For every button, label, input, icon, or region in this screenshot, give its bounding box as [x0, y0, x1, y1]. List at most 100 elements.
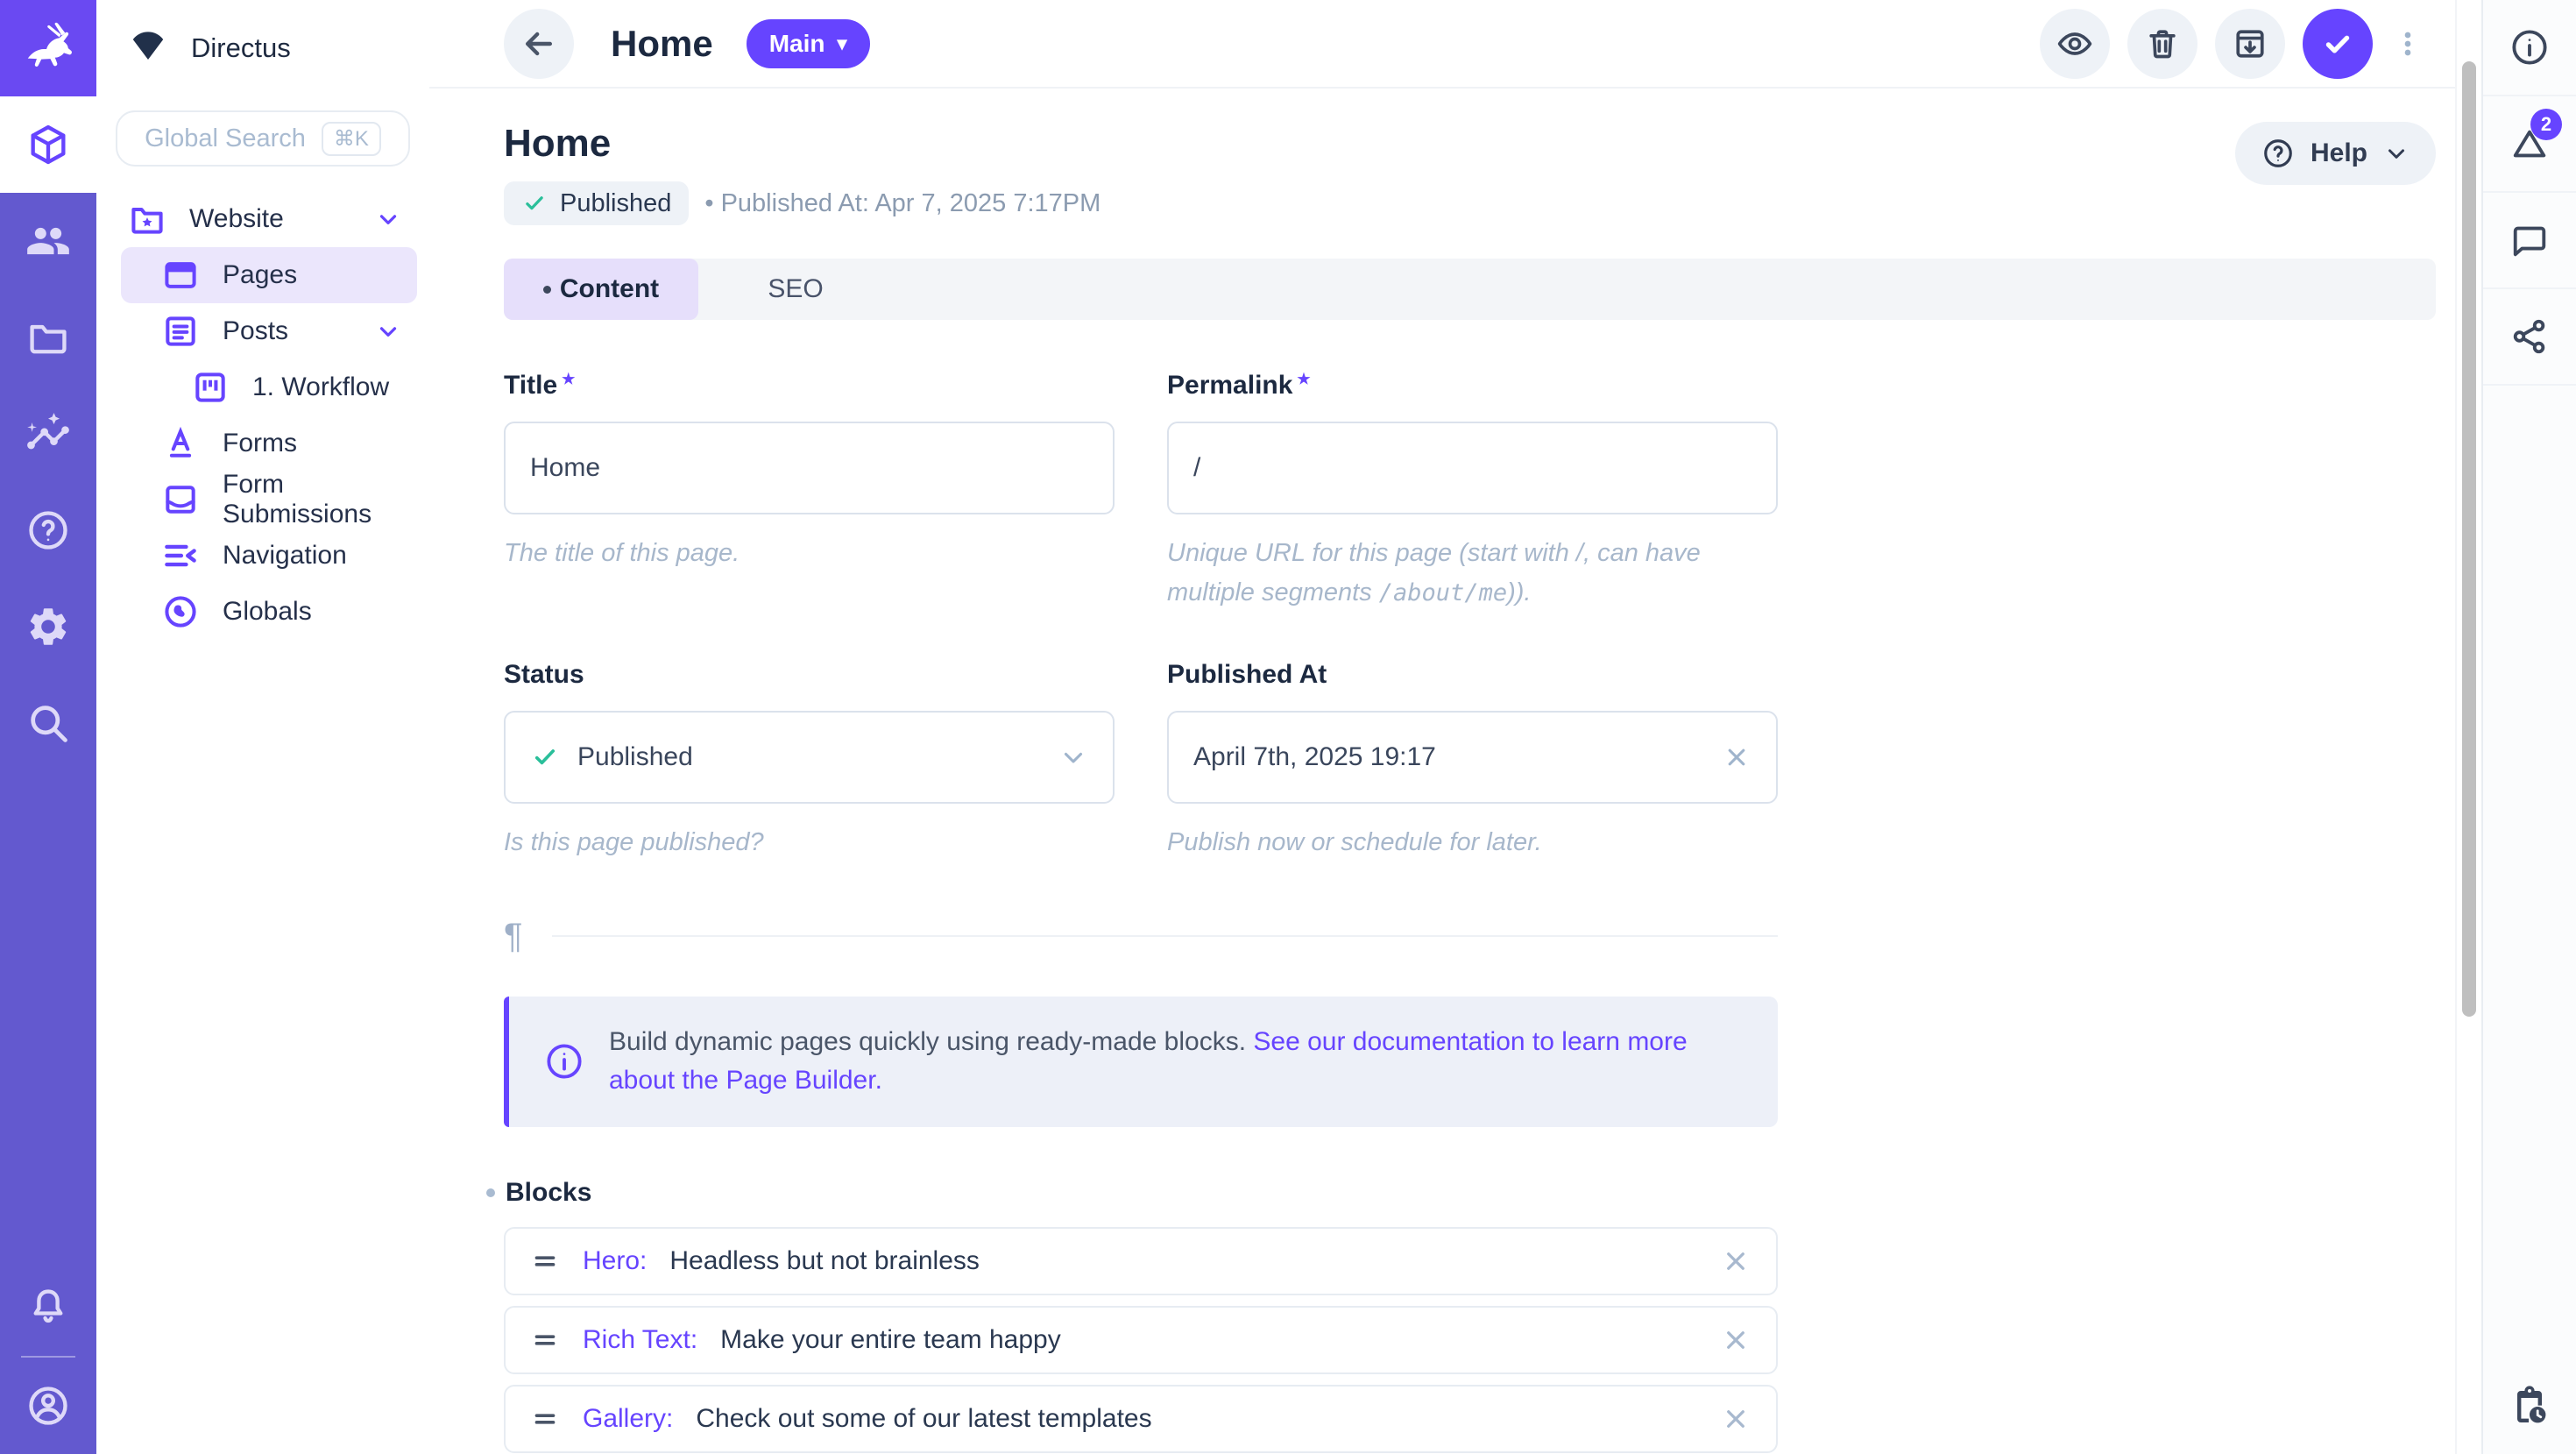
- content-cube-icon: [25, 122, 71, 167]
- notification-count-badge: 2: [2530, 109, 2562, 140]
- insights-icon: [25, 411, 71, 457]
- arrow-left-icon: [520, 25, 558, 63]
- archive-button[interactable]: [2215, 9, 2285, 79]
- rabbit-logo-icon: [21, 21, 75, 75]
- remove-block-button[interactable]: [1720, 1245, 1752, 1277]
- blocks-header: Blocks: [504, 1178, 2436, 1208]
- block-title: Check out some of our latest templates: [696, 1404, 1151, 1434]
- published-at-meta: • Published At: Apr 7, 2025 7:17PM: [704, 189, 1100, 218]
- sidebar-item-workflow[interactable]: 1. Workflow: [121, 359, 417, 415]
- directus-logo[interactable]: [0, 0, 96, 96]
- field-status: Status Published Is this page published?: [504, 660, 1115, 862]
- back-button[interactable]: [504, 9, 574, 79]
- revisions-sidebar-button[interactable]: 2: [2483, 96, 2576, 191]
- version-badge-label: Main: [769, 30, 825, 58]
- sidebar-item-label: Form Submissions: [223, 470, 401, 529]
- account-button[interactable]: [0, 1358, 96, 1454]
- drag-handle-icon[interactable]: [530, 1404, 560, 1434]
- tab-content[interactable]: Content: [504, 259, 698, 320]
- kebab-menu-icon: [2390, 26, 2425, 61]
- block-row-rich-text[interactable]: Rich Text: Make your entire team happy: [504, 1306, 1778, 1374]
- sidebar-item-forms[interactable]: Forms: [121, 415, 417, 472]
- remove-block-button[interactable]: [1720, 1324, 1752, 1356]
- sidebar-item-globals[interactable]: Globals: [121, 584, 417, 640]
- edited-dot: [486, 1188, 495, 1197]
- sidebar-item-website[interactable]: Website: [121, 191, 417, 247]
- check-icon: [530, 742, 560, 772]
- drag-handle-icon[interactable]: [530, 1325, 560, 1355]
- project-fan-icon: [128, 28, 168, 68]
- module-help-button[interactable]: [0, 482, 96, 578]
- save-button[interactable]: [2303, 9, 2373, 79]
- account-circle-icon: [25, 1383, 71, 1429]
- sidebar-item-navigation[interactable]: Navigation: [121, 528, 417, 584]
- bell-icon: [25, 1285, 71, 1330]
- field-permalink-note: Unique URL for this page (start with /, …: [1167, 534, 1778, 613]
- posts-icon: [161, 312, 200, 351]
- module-search-button[interactable]: [0, 675, 96, 771]
- folder-star-icon: [128, 200, 166, 238]
- delete-button[interactable]: [2127, 9, 2197, 79]
- comments-sidebar-button[interactable]: [2483, 193, 2576, 287]
- caret-down-icon: ▾: [837, 34, 846, 53]
- help-button[interactable]: Help: [2235, 122, 2436, 185]
- vertical-scrollbar[interactable]: [2455, 0, 2481, 1454]
- block-type: Gallery:: [583, 1404, 673, 1434]
- pages-icon: [161, 256, 200, 294]
- block-type: Hero:: [583, 1246, 647, 1276]
- remove-block-button[interactable]: [1720, 1403, 1752, 1435]
- right-sidebar: 2: [2481, 0, 2576, 1454]
- sidebar-item-label: 1. Workflow: [252, 372, 389, 402]
- sidebar-item-form-submissions[interactable]: Form Submissions: [121, 472, 417, 528]
- collection-sidebar: Directus Global Search ⌘K Website: [96, 0, 429, 1454]
- module-files-button[interactable]: [0, 289, 96, 386]
- version-badge-main[interactable]: Main ▾: [747, 19, 870, 68]
- info-banner: Build dynamic pages quickly using ready-…: [504, 997, 1778, 1127]
- sidebar-item-label: Pages: [223, 260, 297, 290]
- block-row-hero[interactable]: Hero: Headless but not brainless: [504, 1227, 1778, 1295]
- field-grid: Title★ The title of this page. Permalink…: [504, 371, 2436, 862]
- project-header[interactable]: Directus: [96, 0, 429, 96]
- title-input[interactable]: [530, 453, 1088, 483]
- globe-icon: [161, 592, 200, 631]
- tab-seo[interactable]: SEO: [698, 259, 893, 320]
- status-select[interactable]: Published: [504, 711, 1115, 804]
- published-at-picker[interactable]: April 7th, 2025 19:17: [1167, 711, 1778, 804]
- drag-handle-icon[interactable]: [530, 1246, 560, 1276]
- module-content-button[interactable]: [0, 96, 96, 193]
- more-options-button[interactable]: [2390, 9, 2425, 79]
- status-select-value: Published: [577, 742, 693, 772]
- letter-a-icon: [161, 424, 200, 463]
- check-icon: [521, 190, 548, 216]
- eye-icon: [2056, 25, 2094, 63]
- edited-dot: [543, 286, 551, 294]
- module-insights-button[interactable]: [0, 386, 96, 482]
- flows-sidebar-button[interactable]: [2483, 1359, 2576, 1454]
- chevron-down-icon: [375, 318, 401, 344]
- info-sidebar-button[interactable]: [2483, 0, 2576, 95]
- chevron-down-icon: [2383, 140, 2410, 167]
- sidebar-item-pages[interactable]: Pages: [121, 247, 417, 303]
- sidebar-item-label: Navigation: [223, 541, 347, 571]
- permalink-input[interactable]: [1193, 453, 1752, 483]
- sidebar-item-posts[interactable]: Posts: [121, 303, 417, 359]
- field-published-at-note: Publish now or schedule for later.: [1167, 823, 1778, 862]
- block-row-gallery[interactable]: Gallery: Check out some of our latest te…: [504, 1385, 1778, 1453]
- help-button-label: Help: [2311, 138, 2367, 168]
- sidebar-item-label: Globals: [223, 597, 312, 627]
- field-permalink-label: Permalink★: [1167, 371, 1778, 401]
- share-sidebar-button[interactable]: [2483, 289, 2576, 384]
- blocks-label: Blocks: [506, 1178, 591, 1208]
- scrollbar-thumb[interactable]: [2462, 61, 2476, 1017]
- help-circle-icon: [25, 507, 71, 553]
- preview-button[interactable]: [2040, 9, 2110, 79]
- tab-content-label: Content: [560, 274, 659, 304]
- clear-date-button[interactable]: [1722, 742, 1752, 772]
- notifications-bell-button[interactable]: [0, 1259, 96, 1356]
- module-settings-button[interactable]: [0, 578, 96, 675]
- published-at-value: April 7th, 2025 19:17: [1193, 742, 1436, 772]
- module-users-button[interactable]: [0, 193, 96, 289]
- field-status-note: Is this page published?: [504, 823, 1115, 862]
- info-circle-icon: [544, 1041, 584, 1082]
- global-search-input[interactable]: Global Search ⌘K: [116, 110, 410, 167]
